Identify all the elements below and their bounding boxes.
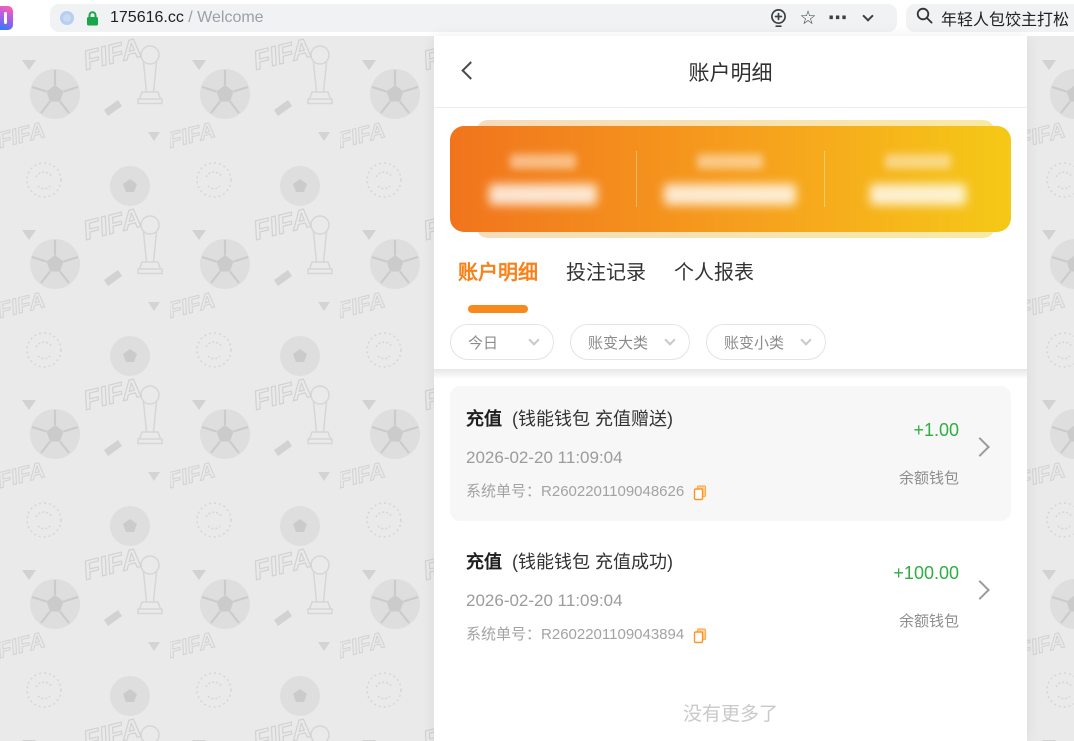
panel-header: 账户明细 — [434, 36, 1027, 108]
order-number: R2602201109048626 — [541, 483, 684, 501]
chevron-down-icon[interactable] — [853, 5, 883, 31]
active-tab-underline — [468, 305, 528, 313]
masked-value — [489, 184, 597, 205]
transaction-subtype: (钱能钱包 充值赠送) — [512, 409, 673, 429]
summary-column-3 — [825, 154, 1011, 205]
favorite-star-icon[interactable]: ☆ — [793, 5, 823, 31]
address-bar[interactable]: 175616.cc / Welcome ☆ ⋯ — [50, 4, 897, 32]
tab-bet-records[interactable]: 投注记录 — [566, 258, 646, 313]
order-label: 系统单号： — [466, 626, 541, 644]
masked-value — [664, 184, 796, 205]
chevron-down-icon — [528, 334, 539, 345]
filter-date-select[interactable]: 今日 — [450, 324, 554, 360]
masked-label — [885, 154, 951, 169]
back-icon[interactable] — [461, 61, 479, 79]
search-text: 年轻人包饺主打松 — [941, 6, 1069, 30]
transaction-amount: +100.00 — [893, 563, 959, 584]
url-host: 175616.cc — [110, 9, 184, 26]
copy-icon[interactable] — [692, 484, 708, 501]
url-text[interactable]: 175616.cc / Welcome — [110, 9, 264, 27]
transaction-wallet: 余额钱包 — [893, 610, 959, 631]
browser-toolbar: 175616.cc / Welcome ☆ ⋯ 年轻人包饺主打松 — [0, 0, 1074, 36]
page-title: 账户明细 — [689, 57, 773, 87]
chevron-down-icon — [664, 334, 675, 345]
filter-minor-type-select[interactable]: 账变小类 — [706, 324, 826, 360]
summary-column-2 — [637, 154, 823, 205]
order-number: R2602201109043894 — [541, 626, 684, 644]
tab-personal-report[interactable]: 个人报表 — [674, 258, 754, 313]
filter-major-type-select[interactable]: 账变大类 — [570, 324, 690, 360]
site-info-icon[interactable] — [60, 11, 74, 25]
tab-bar: 账户明细 投注记录 个人报表 — [434, 258, 1027, 313]
tab-account-detail[interactable]: 账户明细 — [458, 258, 538, 313]
transaction-amount: +1.00 — [899, 420, 959, 441]
summary-column-1 — [450, 154, 636, 205]
chevron-down-icon — [800, 334, 811, 345]
filter-row: 今日 账变大类 账变小类 — [434, 324, 1027, 360]
masked-value — [870, 184, 966, 205]
search-box[interactable]: 年轻人包饺主打松 — [906, 4, 1074, 32]
order-label: 系统单号： — [466, 483, 541, 501]
no-more-text: 没有更多了 — [450, 699, 1011, 726]
transaction-amount-block: +1.00 余额钱包 — [899, 420, 959, 488]
search-icon — [916, 7, 933, 29]
url-path: / Welcome — [184, 9, 264, 26]
transaction-row[interactable]: 充值(钱能钱包 充值成功) 2026-02-20 11:09:04 系统单号： … — [450, 529, 1011, 669]
masked-label — [510, 154, 576, 169]
transaction-subtype: (钱能钱包 充值成功) — [512, 552, 673, 572]
sticky-header-shadow — [434, 369, 1027, 379]
copy-icon[interactable] — [692, 627, 708, 644]
summary-card-front — [450, 126, 1011, 232]
masked-label — [697, 154, 763, 169]
transaction-type: 充值 — [466, 552, 502, 572]
account-detail-panel: 账户明细 — [434, 36, 1027, 741]
transaction-amount-block: +100.00 余额钱包 — [893, 563, 959, 631]
lock-icon[interactable] — [85, 10, 100, 27]
balance-summary-card[interactable] — [450, 126, 1011, 232]
capture-plus-icon[interactable] — [763, 5, 793, 31]
transaction-type: 充值 — [466, 409, 502, 429]
more-options-icon[interactable]: ⋯ — [823, 5, 853, 31]
page-stage: FIFA FIFA — [0, 36, 1074, 741]
transaction-list: 充值(钱能钱包 充值赠送) 2026-02-20 11:09:04 系统单号： … — [434, 379, 1027, 726]
transaction-row[interactable]: 充值(钱能钱包 充值赠送) 2026-02-20 11:09:04 系统单号： … — [450, 386, 1011, 521]
app-logo-icon — [0, 6, 13, 30]
transaction-wallet: 余额钱包 — [899, 467, 959, 488]
